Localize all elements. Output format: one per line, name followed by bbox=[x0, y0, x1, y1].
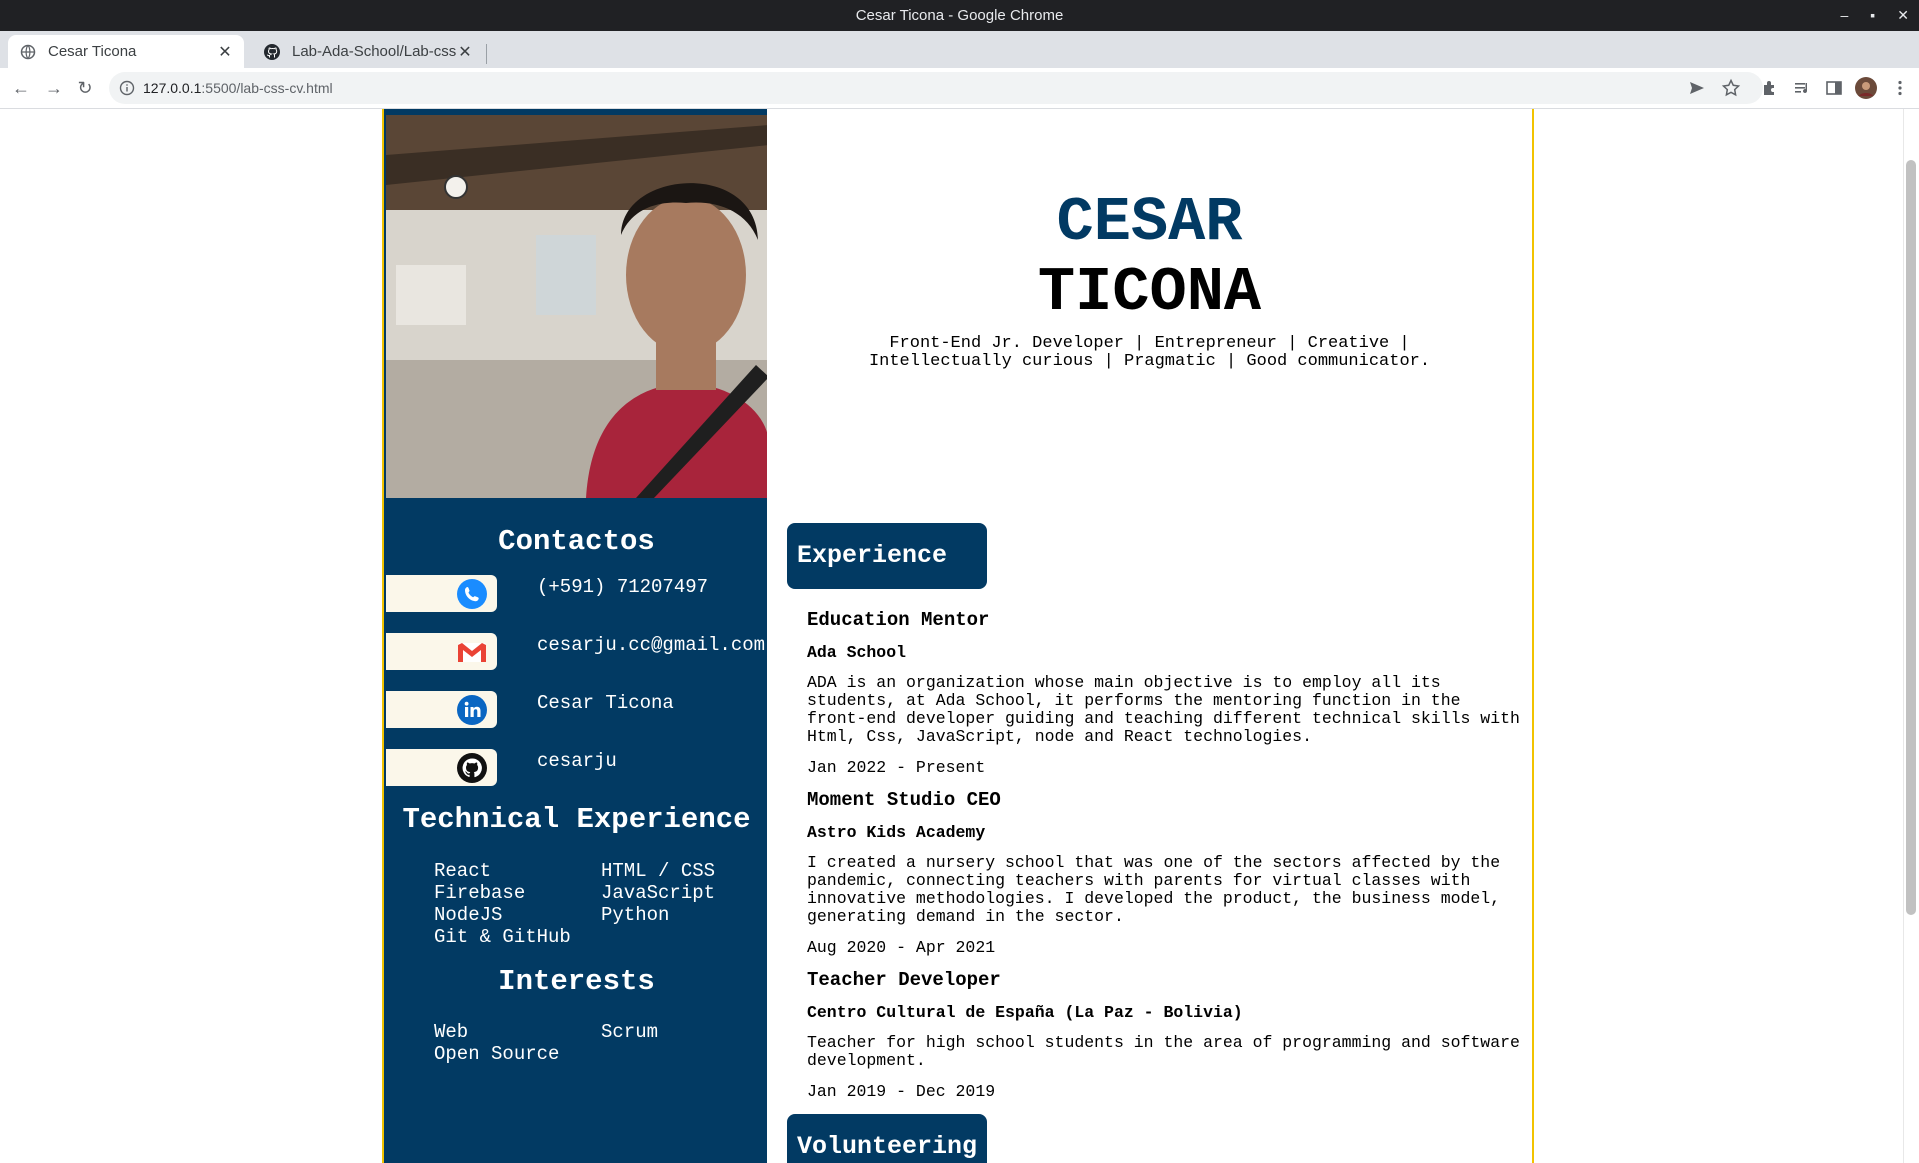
job-org: Ada School bbox=[807, 643, 907, 662]
technical-experience-title: Technical Experience bbox=[402, 803, 751, 836]
phone-icon bbox=[457, 579, 487, 609]
reload-icon[interactable]: ↻ bbox=[73, 76, 97, 100]
experience-badge: Experience bbox=[787, 523, 987, 589]
close-tab-icon[interactable]: ✕ bbox=[456, 42, 474, 62]
name-last: TICONA bbox=[1037, 257, 1262, 328]
contact-github[interactable]: cesarju bbox=[537, 750, 617, 772]
forward-arrow-icon[interactable]: → bbox=[42, 76, 66, 100]
job-entry: Education Mentor Ada School ADA is an or… bbox=[807, 609, 1527, 777]
skill-item: Git & GitHub bbox=[434, 926, 571, 948]
tagline: Front-End Jr. Developer | Entrepreneur |… bbox=[868, 334, 1431, 371]
interest-item: Web bbox=[434, 1021, 469, 1043]
skill-item: JavaScript bbox=[601, 882, 716, 904]
address-bar[interactable]: 127.0.0.1:5500/lab-css-cv.html bbox=[109, 72, 1763, 104]
back-arrow-icon[interactable]: ← bbox=[9, 76, 33, 100]
page-viewport: Contactos (+591) 71207497 cesarju.cc@gma… bbox=[0, 109, 1903, 1163]
interests-title: Interests bbox=[498, 965, 655, 998]
contact-email[interactable]: cesarju.cc@gmail.com bbox=[537, 634, 765, 656]
cv-main: CESAR TICONA Front-End Jr. Developer | E… bbox=[767, 109, 1534, 1163]
site-info-icon[interactable] bbox=[119, 80, 135, 96]
job-dates: Jan 2019 - Dec 2019 bbox=[807, 1082, 996, 1101]
contacts-title: Contactos bbox=[498, 525, 655, 558]
tab-label: Cesar Ticona bbox=[48, 43, 137, 60]
name-first: CESAR bbox=[1056, 187, 1243, 258]
contact-phone[interactable]: (+591) 71207497 bbox=[537, 576, 708, 598]
job-title: Moment Studio CEO bbox=[807, 789, 1001, 811]
scrollbar-thumb[interactable] bbox=[1906, 160, 1916, 915]
linkedin-pill bbox=[386, 691, 497, 728]
email-pill bbox=[386, 633, 497, 670]
url-path: :5500/lab-css-cv.html bbox=[201, 80, 333, 96]
maximize-icon[interactable]: ▪ bbox=[1870, 0, 1875, 31]
browser-toolbar: ← → ↻ 127.0.0.1:5500/lab-css-cv.html bbox=[0, 68, 1919, 109]
url-text[interactable]: 127.0.0.1:5500/lab-css-cv.html bbox=[143, 72, 333, 104]
phone-pill bbox=[386, 575, 497, 612]
skill-item: Python bbox=[601, 904, 670, 926]
tab-label: Lab-Ada-School/Lab-css bbox=[292, 43, 456, 60]
tab-strip: Cesar Ticona ✕ Lab-Ada-School/Lab-css ✕ … bbox=[0, 31, 1919, 93]
job-dates: Jan 2022 - Present bbox=[807, 758, 986, 777]
github-icon bbox=[457, 753, 487, 783]
skill-item: Firebase bbox=[434, 882, 526, 904]
bookmark-star-icon[interactable] bbox=[1721, 78, 1741, 98]
skill-item: React bbox=[434, 860, 492, 882]
gmail-icon bbox=[457, 637, 487, 667]
interest-item: Scrum bbox=[601, 1021, 659, 1043]
extensions-puzzle-icon[interactable] bbox=[1760, 78, 1780, 98]
cv-sidebar: Contactos (+591) 71207497 cesarju.cc@gma… bbox=[382, 109, 769, 1163]
job-entry: Teacher Developer Centro Cultural de Esp… bbox=[807, 969, 1527, 1101]
volunteering-badge: Volunteering bbox=[787, 1114, 987, 1163]
close-tab-icon[interactable]: ✕ bbox=[216, 42, 234, 62]
job-description: I created a nursery school that was one … bbox=[807, 853, 1501, 926]
profile-avatar[interactable] bbox=[1855, 77, 1877, 99]
close-window-icon[interactable]: ✕ bbox=[1897, 0, 1909, 31]
globe-icon bbox=[20, 44, 36, 60]
media-queue-icon[interactable] bbox=[1792, 78, 1812, 98]
interest-item: Open Source bbox=[434, 1043, 560, 1065]
job-dates: Aug 2020 - Apr 2021 bbox=[807, 938, 996, 957]
window-controls: – ▪ ✕ bbox=[1841, 0, 1910, 31]
window-titlebar: Cesar Ticona - Google Chrome – ▪ ✕ bbox=[0, 0, 1919, 31]
skill-item: NodeJS bbox=[434, 904, 503, 926]
linkedin-icon bbox=[457, 695, 487, 725]
job-entry: Moment Studio CEO Astro Kids Academy I c… bbox=[807, 789, 1527, 957]
job-org: Astro Kids Academy bbox=[807, 823, 986, 842]
chrome-menu-icon[interactable] bbox=[1890, 78, 1910, 98]
github-pill bbox=[386, 749, 497, 786]
contact-linkedin[interactable]: Cesar Ticona bbox=[537, 692, 674, 714]
job-description: Teacher for high school students in the … bbox=[807, 1033, 1520, 1070]
tab-github-repo[interactable]: Lab-Ada-School/Lab-css ✕ bbox=[252, 35, 484, 68]
url-host: 127.0.0.1 bbox=[143, 80, 202, 96]
profile-photo bbox=[386, 115, 769, 498]
job-title: Teacher Developer bbox=[807, 969, 1001, 991]
side-panel-icon[interactable] bbox=[1824, 78, 1844, 98]
job-description: ADA is an organization whose main object… bbox=[807, 673, 1520, 746]
tab-cesar-ticona[interactable]: Cesar Ticona ✕ bbox=[8, 35, 244, 68]
skill-item: HTML / CSS bbox=[601, 860, 716, 882]
window-title: Cesar Ticona - Google Chrome bbox=[855, 7, 1064, 24]
github-icon bbox=[264, 43, 280, 60]
tab-divider bbox=[486, 44, 487, 64]
send-tab-icon[interactable] bbox=[1687, 78, 1707, 98]
minimize-icon[interactable]: – bbox=[1841, 0, 1849, 31]
cv-page: Contactos (+591) 71207497 cesarju.cc@gma… bbox=[382, 109, 1534, 1163]
job-title: Education Mentor bbox=[807, 609, 990, 631]
job-org: Centro Cultural de España (La Paz - Boli… bbox=[807, 1003, 1243, 1022]
